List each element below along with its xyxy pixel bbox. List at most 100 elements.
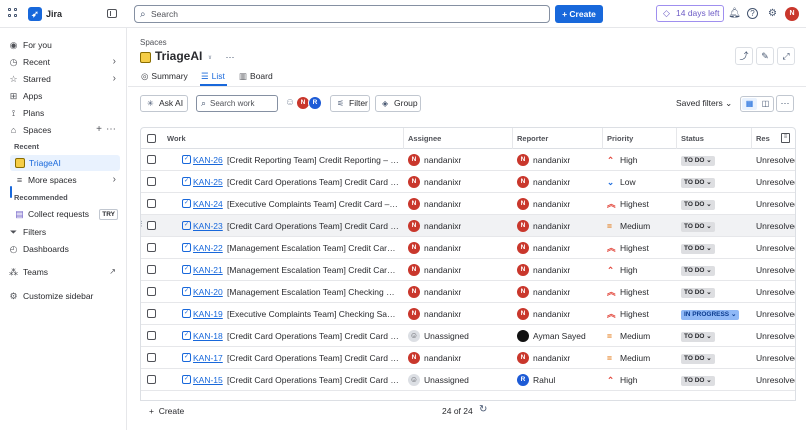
table-row[interactable]: ✓ KAN-15 [Credit Card Operations Team] Cre… [141,369,795,391]
tab-summary[interactable]: ◎ Summary [141,71,188,83]
status-lozenge[interactable]: IN PROGRESS ⌄ [681,310,740,320]
tab-board[interactable]: ▥ Board [239,71,273,83]
priority-label[interactable]: Medium [620,215,650,237]
issue-key-link[interactable]: KAN-25 [193,177,223,187]
row-checkbox[interactable] [147,221,156,230]
priority-label[interactable]: High [620,149,637,171]
sidebar-toggle-icon[interactable] [107,9,117,18]
more-options-icon[interactable]: ⋯ [106,122,116,138]
status-lozenge[interactable]: TO DO ⌄ [681,222,715,232]
tab-list[interactable]: ☰ List [201,71,225,83]
settings-gear-icon[interactable]: ⚙ [766,7,779,20]
fullscreen-icon[interactable]: ⤢ [777,47,795,65]
status-lozenge[interactable]: TO DO ⌄ [681,244,715,254]
priority-label[interactable]: High [620,259,637,281]
help-icon[interactable]: ? [747,8,758,19]
user-avatar[interactable]: N [785,7,799,21]
assignee-name[interactable]: nandanixr [424,215,461,237]
issue-summary[interactable]: [Management Escalation Team] Credit Card… [227,259,399,281]
reporter-name[interactable]: nandanixr [533,259,570,281]
issue-summary[interactable]: [Management Escalation Team] Checking Sa… [227,281,399,303]
priority-label[interactable]: Medium [620,347,650,369]
sidebar-item-recent[interactable]: ◷ Recent › [8,54,120,70]
row-checkbox[interactable] [147,331,156,340]
global-search[interactable]: ⌕ [134,5,550,23]
reporter-name[interactable]: nandanixr [533,215,570,237]
assignee-name[interactable]: nandanixr [424,259,461,281]
issue-key-link[interactable]: KAN-22 [193,243,223,253]
table-row[interactable]: ✓ KAN-20 [Management Escalation Team] Chec… [141,281,795,303]
issue-key-link[interactable]: KAN-24 [193,199,223,209]
issue-key-link[interactable]: KAN-18 [193,331,223,341]
work-search[interactable]: ⌕ [196,95,278,112]
row-checkbox[interactable] [147,287,156,296]
reporter-name[interactable]: Ayman Sayed [533,325,586,347]
work-search-input[interactable] [210,98,274,109]
sidebar-item-for-you[interactable]: ◉ For you [8,37,120,53]
issue-summary[interactable]: [Credit Card Operations Team] Credit Car… [227,215,399,237]
column-header-assignee[interactable]: Assignee [404,128,513,149]
assignee-name[interactable]: nandanixr [424,193,461,215]
saved-filters-dropdown[interactable]: Saved filters ⌄ [676,98,732,109]
reporter-name[interactable]: nandanixr [533,347,570,369]
status-lozenge[interactable]: TO DO ⌄ [681,332,715,342]
table-row[interactable]: ⠿ ✓KAN-23 [Credit Card Operations Team] Cr… [141,215,795,237]
issue-key-link[interactable]: KAN-26 [193,155,223,165]
reporter-name[interactable]: nandanixr [533,237,570,259]
issue-key-link[interactable]: KAN-23 [193,221,223,231]
global-search-input[interactable] [151,7,541,21]
reporter-name[interactable]: nandanixr [533,193,570,215]
row-checkbox[interactable] [147,265,156,274]
issue-summary[interactable]: [Credit Card Operations Team] Credit Car… [227,347,399,369]
more-options-icon[interactable]: ⋯ [776,95,794,112]
sidebar-item-filters[interactable]: ⏷ Filters [8,224,120,240]
issue-summary[interactable]: [Credit Card Operations Team] Credit Car… [227,171,399,193]
filter-button[interactable]: ⚟ Filter [330,95,370,112]
reporter-name[interactable]: nandanixr [533,303,570,325]
issue-summary[interactable]: [Management Escalation Team] Credit Card… [227,237,399,259]
sidebar-item-teams[interactable]: ⁂ Teams ↗ [8,264,120,280]
priority-label[interactable]: Highest [620,193,649,215]
row-checkbox[interactable] [147,199,156,208]
sidebar-item-customize[interactable]: ⚙ Customize sidebar [8,288,120,304]
priority-label[interactable]: Highest [620,237,649,259]
priority-label[interactable]: High [620,369,637,391]
issue-key-link[interactable]: KAN-21 [193,265,223,275]
issue-summary[interactable]: [Executive Complaints Team] Credit Card … [227,193,399,215]
table-row[interactable]: ✓ KAN-18 [Credit Card Operations Team] Cre… [141,325,795,347]
assignee-name[interactable]: nandanixr [424,149,461,171]
reporter-name[interactable]: nandanixr [533,171,570,193]
issue-key-link[interactable]: KAN-17 [193,353,223,363]
issue-summary[interactable]: [Executive Complaints Team] Checking Sav… [227,303,399,325]
reporter-name[interactable]: nandanixr [533,281,570,303]
assignee-name[interactable]: Unassigned [424,325,469,347]
feedback-icon[interactable]: ✎ [756,47,774,65]
issue-summary[interactable]: [Credit Reporting Team] Credit Reporting… [227,149,399,171]
share-icon[interactable]: ⤴ [735,47,753,65]
table-row[interactable]: ✓ KAN-17 [Credit Card Operations Team] Cre… [141,347,795,369]
add-people-icon[interactable]: ⍤ [203,50,217,64]
priority-label[interactable]: Medium [620,325,650,347]
status-lozenge[interactable]: TO DO ⌄ [681,288,715,298]
row-checkbox[interactable] [147,353,156,362]
status-lozenge[interactable]: TO DO ⌄ [681,200,715,210]
compact-list-view-icon[interactable]: ▦ [742,98,757,110]
assignee-name[interactable]: Unassigned [424,369,469,391]
row-checkbox[interactable] [147,375,156,384]
notifications-icon[interactable]: 🔔︎ [728,7,741,20]
table-row[interactable]: ✓ KAN-19 [Executive Complaints Team] Check… [141,303,795,325]
assignee-name[interactable]: nandanixr [424,303,461,325]
sidebar-item-more-spaces[interactable]: ≡ More spaces › [8,172,120,188]
column-header-priority[interactable]: Priority [603,128,677,149]
issue-summary[interactable]: [Credit Card Operations Team] Credit Car… [227,369,399,391]
priority-label[interactable]: Highest [620,281,649,303]
status-lozenge[interactable]: TO DO ⌄ [681,354,715,364]
drag-handle-icon[interactable]: ⠿ [141,220,143,229]
row-checkbox[interactable] [147,177,156,186]
ask-ai-button[interactable]: ✳ Ask AI [140,95,188,112]
breadcrumb[interactable]: Spaces [140,38,167,47]
issue-summary[interactable]: [Credit Card Operations Team] Credit Car… [227,325,399,347]
sidebar-item-dashboards[interactable]: ◴ Dashboards [8,241,120,257]
table-row[interactable]: ✓ KAN-24 [Executive Complaints Team] Credi… [141,193,795,215]
jira-logo-icon[interactable]: ➶ [28,7,42,21]
